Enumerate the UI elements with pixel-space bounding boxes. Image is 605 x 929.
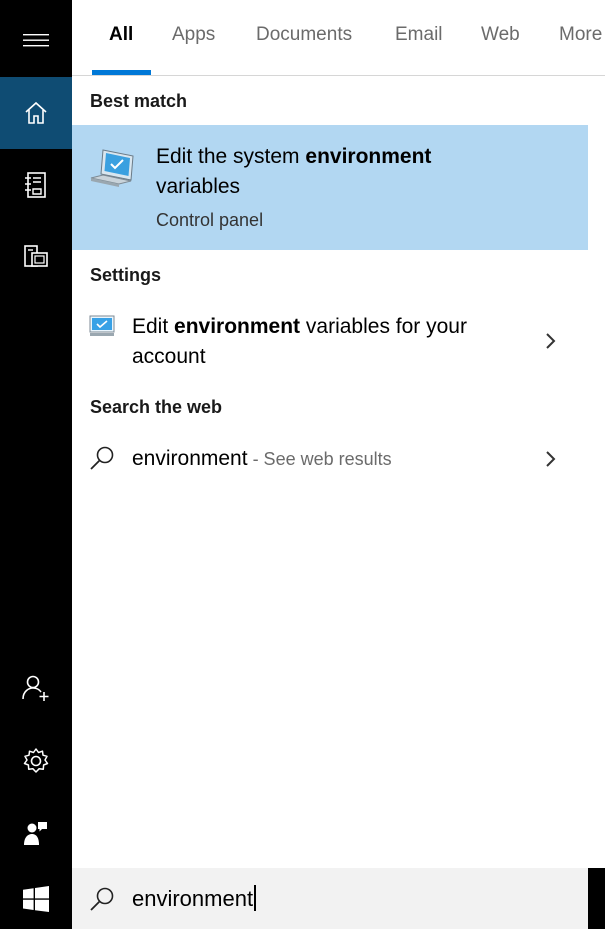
account-button[interactable] (0, 652, 72, 724)
settings-result-title: Edit environment variables for your acco… (132, 312, 532, 372)
settings-button[interactable] (0, 725, 72, 797)
computer-monitor-icon (90, 149, 134, 187)
active-tab-indicator (92, 70, 151, 75)
best-match-subtitle: Control panel (156, 210, 264, 230)
search-icon (90, 887, 114, 911)
home-icon (25, 101, 47, 124)
feedback-icon (24, 822, 47, 845)
best-match-heading: Best match (90, 91, 188, 111)
chevron-right-icon[interactable] (542, 448, 558, 470)
best-match-title-prefix: Edit the system (156, 145, 306, 168)
web-query: environment (132, 447, 248, 470)
notebook-icon (25, 172, 46, 198)
best-match-title-bold: environment (305, 145, 432, 168)
tab-documents[interactable]: Documents (256, 24, 352, 46)
settings-title-prefix: Edit (132, 315, 175, 338)
web-hint: - See web results (247, 449, 392, 469)
taskbar-edge (588, 868, 605, 929)
tab-email[interactable]: Email (395, 24, 443, 46)
devices-icon (24, 245, 48, 267)
tab-apps[interactable]: Apps (172, 24, 215, 46)
hamburger-menu-icon (23, 34, 49, 47)
web-result-title: environment - See web results (132, 444, 392, 474)
start-button[interactable] (0, 868, 72, 929)
search-icon (90, 446, 114, 470)
web-heading: Search the web (90, 397, 223, 417)
chevron-right-icon[interactable] (542, 330, 558, 352)
monitor-settings-icon (89, 315, 115, 336)
text-caret (254, 885, 257, 911)
tab-more[interactable]: More (559, 24, 602, 46)
devices-button[interactable] (0, 221, 72, 293)
settings-icon (23, 748, 49, 773)
notebook-button[interactable] (0, 149, 72, 221)
scrollbar-track[interactable] (588, 76, 605, 868)
windows-logo-icon (23, 885, 49, 912)
settings-title-suffix: variables for your (300, 315, 467, 338)
filter-tabs: All Apps Documents Email Web More (72, 0, 605, 76)
tab-web[interactable]: Web (481, 24, 520, 46)
left-rail (0, 0, 72, 929)
settings-title-bold: environment (174, 315, 301, 338)
tab-all[interactable]: All (109, 24, 133, 46)
best-match-title-suffix: variables (156, 175, 241, 198)
settings-title-line2: account (132, 345, 206, 368)
best-match-title: Edit the system environment variables (156, 142, 556, 202)
feedback-button[interactable] (0, 797, 72, 869)
account-add-icon (22, 675, 49, 701)
settings-heading: Settings (90, 265, 162, 285)
home-button[interactable] (0, 77, 72, 149)
search-input[interactable]: environment (132, 885, 257, 912)
menu-button[interactable] (0, 4, 72, 76)
search-input-value: environment (132, 886, 254, 911)
